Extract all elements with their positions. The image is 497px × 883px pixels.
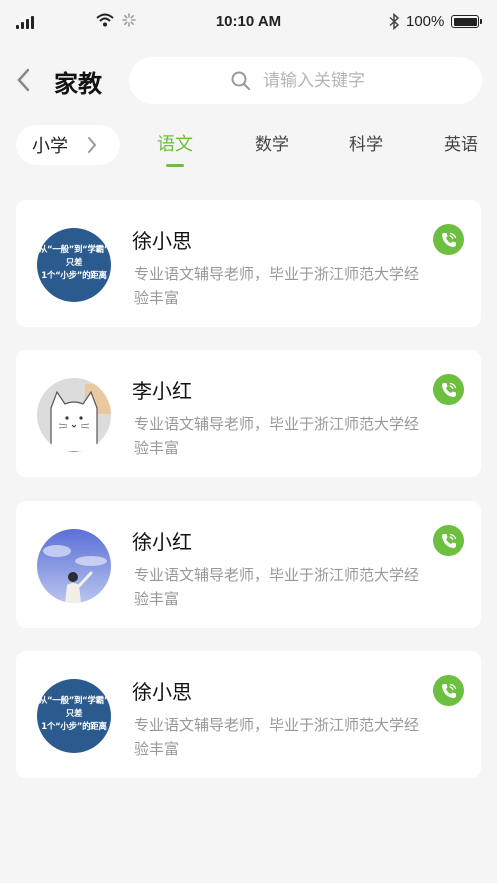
teacher-description: 专业语文辅导老师，毕业于浙江师范大学经验丰富: [134, 716, 420, 758]
avatar: 从“一般”到“学霸” 只差 1个“小步”的距离: [37, 228, 111, 302]
grade-filter-button[interactable]: 小学: [16, 125, 120, 165]
call-button[interactable]: [433, 675, 464, 706]
avatar: 从“一般”到“学霸” 只差 1个“小步”的距离: [37, 679, 111, 753]
header: 家教: [0, 56, 497, 106]
tab-label: 语文: [157, 134, 193, 155]
sky-photo-avatar-image: [37, 529, 111, 603]
subject-tabs: 语文 数学 科学 英语: [120, 130, 497, 170]
teacher-card[interactable]: 从“一般”到“学霸” 只差 1个“小步”的距离 徐小思 专业语文辅导老师，毕业于…: [16, 651, 481, 778]
tab-math[interactable]: 数学: [242, 130, 302, 155]
bluetooth-icon: [389, 13, 400, 30]
teacher-name: 李小红: [132, 379, 192, 403]
status-bar: 10:10 AM 100%: [0, 0, 497, 46]
tab-science[interactable]: 科学: [336, 130, 396, 155]
poster-avatar-image: 从“一般”到“学霸” 只差 1个“小步”的距离: [37, 679, 111, 753]
teacher-name: 徐小思: [132, 680, 192, 704]
teacher-name: 徐小红: [132, 530, 192, 554]
cat-sketch-avatar-image: [37, 378, 111, 452]
search-input[interactable]: [263, 70, 463, 91]
teacher-card[interactable]: 李小红 专业语文辅导老师，毕业于浙江师范大学经验丰富: [16, 350, 481, 477]
teacher-description: 专业语文辅导老师，毕业于浙江师范大学经验丰富: [134, 265, 420, 307]
search-bar[interactable]: [129, 57, 482, 104]
avatar: [37, 378, 111, 452]
tab-chinese[interactable]: 语文: [145, 130, 205, 167]
tab-english[interactable]: 英语: [431, 130, 491, 155]
teacher-name: 徐小思: [132, 229, 192, 253]
chevron-left-icon[interactable]: [12, 66, 36, 94]
tab-label: 科学: [349, 135, 383, 155]
tab-label: 数学: [255, 135, 289, 155]
phone-icon: [441, 382, 456, 397]
teacher-card[interactable]: 从“一般”到“学霸” 只差 1个“小步”的距离 徐小思 专业语文辅导老师，毕业于…: [16, 200, 481, 327]
avatar: [37, 529, 111, 603]
search-icon: [231, 71, 250, 90]
call-button[interactable]: [433, 224, 464, 255]
poster-avatar-image: 从“一般”到“学霸” 只差 1个“小步”的距离: [37, 228, 111, 302]
tab-label: 英语: [444, 135, 478, 155]
call-button[interactable]: [433, 374, 464, 405]
grade-filter-label: 小学: [32, 136, 68, 157]
chevron-right-icon: [88, 137, 97, 153]
active-tab-indicator: [166, 164, 184, 167]
teacher-description: 专业语文辅导老师，毕业于浙江师范大学经验丰富: [134, 566, 420, 608]
phone-icon: [441, 533, 456, 548]
battery-icon: [451, 15, 482, 28]
phone-icon: [441, 232, 456, 247]
teacher-card[interactable]: 徐小红 专业语文辅导老师，毕业于浙江师范大学经验丰富: [16, 501, 481, 628]
call-button[interactable]: [433, 525, 464, 556]
battery-percentage: 100%: [406, 13, 445, 30]
page-title: 家教: [54, 70, 102, 98]
phone-icon: [441, 683, 456, 698]
teacher-description: 专业语文辅导老师，毕业于浙江师范大学经验丰富: [134, 415, 420, 457]
